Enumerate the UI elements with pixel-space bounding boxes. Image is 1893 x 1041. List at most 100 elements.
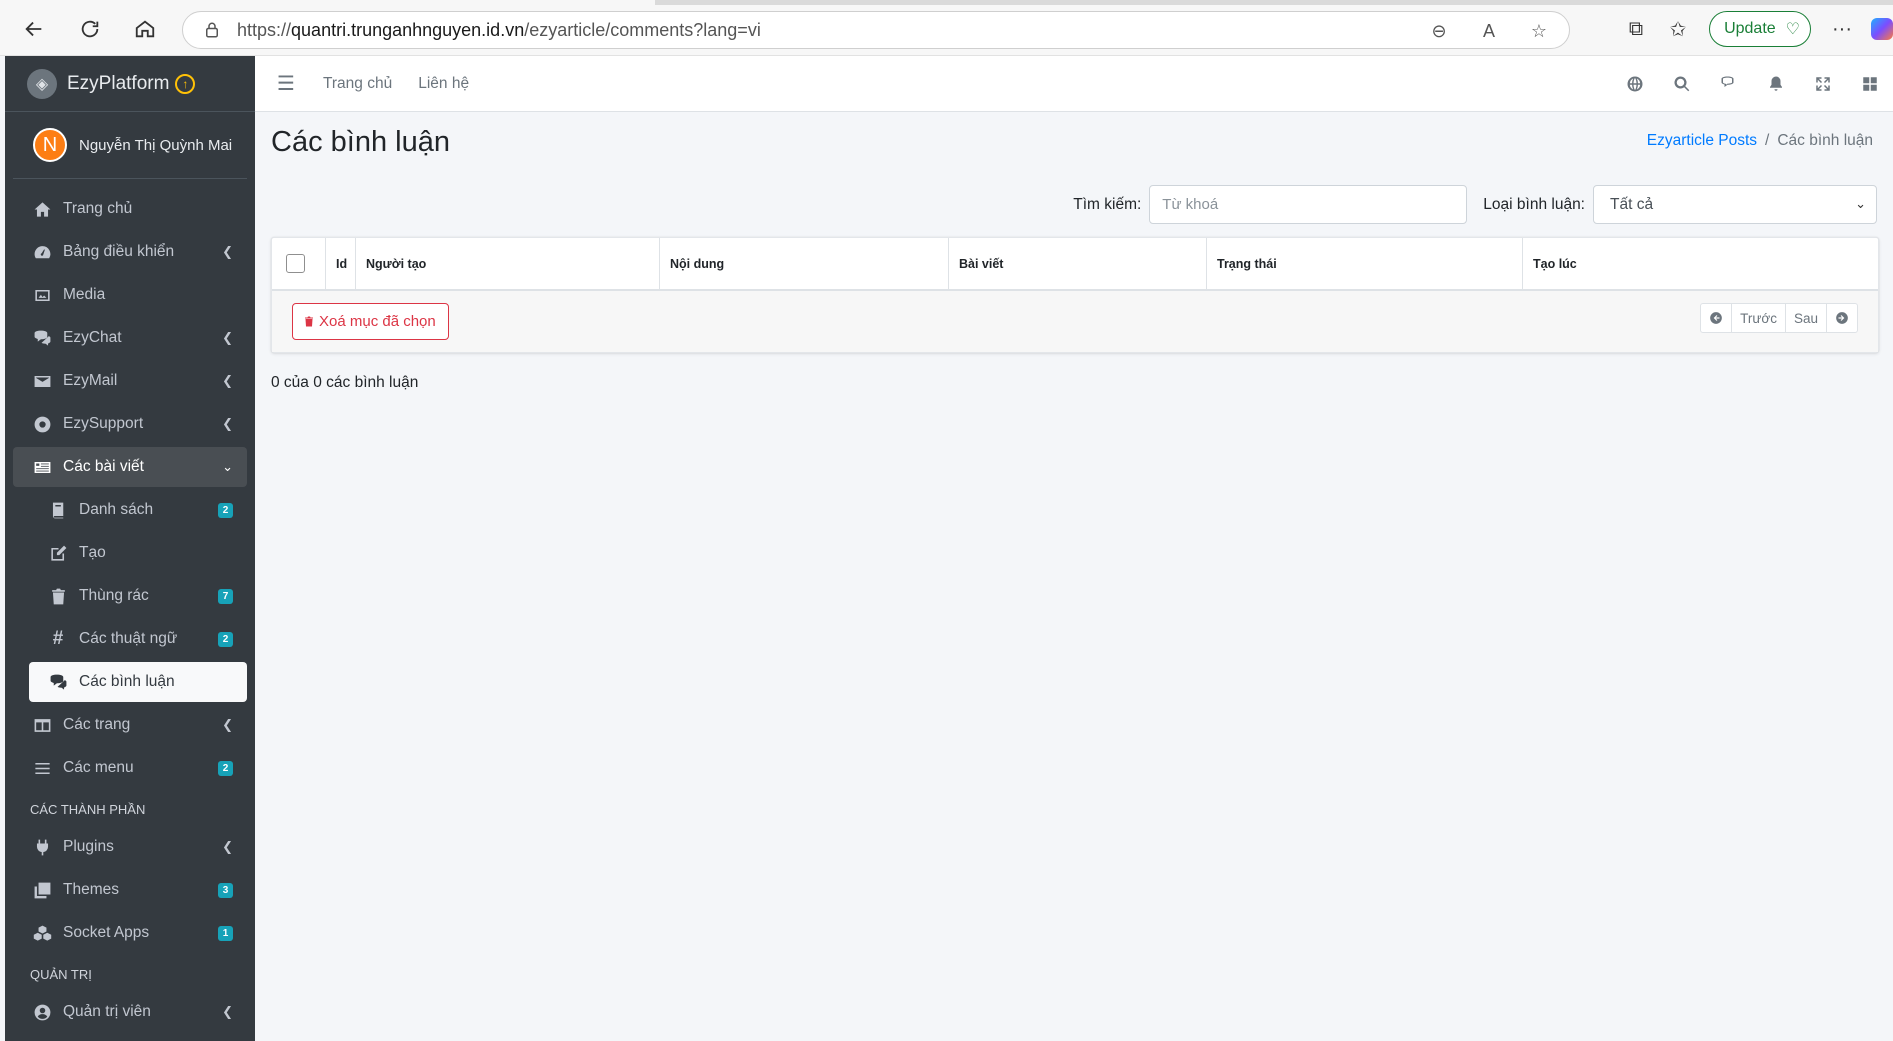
- sidebar-item-terms[interactable]: # Các thuật ngữ 2: [13, 619, 247, 659]
- image-icon: [31, 285, 53, 305]
- chevron-left-icon: ❮: [222, 839, 233, 854]
- url-text: https://quantri.trunganhnguyen.id.vn/ezy…: [237, 19, 761, 40]
- select-all-checkbox[interactable]: [286, 254, 305, 273]
- sidebar-item-home[interactable]: Trang chủ: [13, 189, 247, 229]
- main-content: Các bình luận Ezyarticle Posts / Các bình …: [255, 112, 1893, 1041]
- read-aloud-icon[interactable]: A: [1477, 19, 1501, 43]
- count-badge: 2: [218, 631, 233, 647]
- next-button[interactable]: Sau: [1786, 304, 1827, 332]
- sidebar-item-trash[interactable]: Thùng rác 7: [13, 576, 247, 616]
- sidebar-item-menus[interactable]: Các menu 2: [13, 748, 247, 788]
- sidebar-item-pages[interactable]: Các trang ❮: [13, 705, 247, 745]
- tab-strip: [0, 0, 1893, 5]
- comment-type-select[interactable]: Tất cả ⌄: [1593, 185, 1877, 224]
- brand-logo-icon: ◈: [27, 68, 57, 99]
- address-bar[interactable]: https://quantri.trunganhnguyen.id.vn/ezy…: [182, 11, 1570, 49]
- breadcrumb-current: Các bình luận: [1777, 132, 1873, 149]
- favorite-star-icon[interactable]: ☆: [1527, 19, 1551, 43]
- column-header-status[interactable]: Trạng thái: [1207, 238, 1523, 289]
- sidebar-item-ezymail[interactable]: EzyMail ❮: [13, 361, 247, 401]
- update-button[interactable]: Update ♡: [1709, 11, 1811, 47]
- sidebar-item-articles[interactable]: Các bài viết ⌄: [13, 447, 247, 487]
- breadcrumb-link-posts[interactable]: Ezyarticle Posts: [1647, 132, 1757, 149]
- sidebar-item-ezychat[interactable]: EzyChat ❮: [13, 318, 247, 358]
- back-icon[interactable]: [19, 14, 49, 44]
- delete-selected-button[interactable]: Xoá mục đã chọn: [292, 303, 449, 340]
- chevron-down-icon: ⌄: [1855, 196, 1866, 211]
- sidebar-item-media[interactable]: Media: [13, 275, 247, 315]
- user-panel[interactable]: N Nguyễn Thị Quỳnh Mai: [13, 112, 247, 179]
- count-badge: 7: [218, 588, 233, 604]
- column-header-id[interactable]: Id: [326, 238, 356, 289]
- favorites-icon[interactable]: ✩: [1657, 17, 1699, 42]
- trash-icon: [305, 316, 313, 327]
- chevron-left-icon: ❮: [222, 717, 233, 732]
- upgrade-icon[interactable]: ↑: [175, 73, 196, 94]
- search-input[interactable]: [1149, 185, 1468, 224]
- chat-icon: [31, 328, 53, 348]
- chevron-left-icon: ❮: [222, 1004, 233, 1019]
- sidebar-item-admins[interactable]: Quản trị viên ❮: [13, 992, 247, 1032]
- home-browser-icon[interactable]: [130, 14, 160, 44]
- sidebar-item-dashboard[interactable]: Bảng điều khiển ❮: [13, 232, 247, 272]
- chevron-left-icon: ❮: [222, 373, 233, 388]
- nav-link-home[interactable]: Trang chủ: [323, 75, 392, 93]
- brand[interactable]: ◈ EzyPlatform ↑: [5, 56, 255, 112]
- sidebar-item-socket-apps[interactable]: Socket Apps 1: [13, 913, 247, 953]
- chevron-down-icon: ⌄: [222, 459, 233, 474]
- mail-icon: [31, 371, 53, 391]
- bell-icon[interactable]: [1752, 75, 1799, 93]
- zoom-out-icon[interactable]: ⊖: [1427, 19, 1451, 43]
- count-badge: 2: [218, 502, 233, 518]
- select-all-cell: [272, 238, 326, 289]
- breadcrumb: Ezyarticle Posts / Các bình luận: [1646, 132, 1873, 149]
- count-badge: 1: [218, 925, 233, 941]
- table-header: Id Người tạo Nội dung Bài viết Trạng thá…: [272, 238, 1878, 291]
- fullscreen-icon[interactable]: [1799, 75, 1846, 93]
- sidebar: ◈ EzyPlatform ↑ N Nguyễn Thị Quỳnh Mai T…: [5, 56, 255, 1041]
- next-arrow-icon[interactable]: [1827, 304, 1857, 332]
- dashboard-icon: [31, 242, 53, 262]
- pagination: Trước Sau: [1700, 303, 1858, 333]
- bars-icon: [31, 758, 53, 778]
- globe-icon[interactable]: [1611, 75, 1658, 93]
- column-header-article[interactable]: Bài viết: [949, 238, 1207, 289]
- sidebar-item-ezysupport[interactable]: EzySupport ❮: [13, 404, 247, 444]
- copilot-icon[interactable]: [1871, 18, 1893, 40]
- column-header-creator[interactable]: Người tạo: [356, 238, 660, 289]
- lifering-icon: [31, 414, 53, 434]
- article-icon: [31, 457, 53, 477]
- column-header-created-at[interactable]: Tạo lúc: [1523, 238, 1878, 289]
- nav-link-contact[interactable]: Liên hệ: [418, 75, 469, 93]
- lock-icon: [206, 22, 218, 38]
- sidebar-item-create[interactable]: Tạo: [13, 533, 247, 573]
- prev-button[interactable]: Trước: [1732, 304, 1786, 332]
- browser-toolbar: https://quantri.trunganhnguyen.id.vn/ezy…: [0, 0, 1893, 56]
- sidebar-item-article-list[interactable]: Danh sách 2: [13, 490, 247, 530]
- brand-name: EzyPlatform: [67, 72, 170, 94]
- grid-apps-icon[interactable]: [1846, 75, 1893, 93]
- section-header-admin: QUẢN TRỊ: [30, 966, 92, 982]
- sidebar-item-themes[interactable]: Themes 3: [13, 870, 247, 910]
- more-menu-icon[interactable]: ···: [1821, 18, 1863, 41]
- top-navbar: ☰ Trang chủ Liên hệ: [255, 56, 1893, 112]
- search-icon[interactable]: [1658, 75, 1705, 93]
- extensions-icon[interactable]: ⧉: [1615, 18, 1657, 41]
- edit-icon: [47, 543, 69, 563]
- user-circle-icon: [31, 1002, 53, 1022]
- heart-icon: ♡: [1785, 21, 1800, 38]
- refresh-icon[interactable]: [75, 14, 105, 44]
- column-header-content[interactable]: Nội dung: [660, 238, 949, 289]
- prev-arrow-icon[interactable]: [1701, 304, 1733, 332]
- comments-table-card: Id Người tạo Nội dung Bài viết Trạng thá…: [271, 237, 1879, 353]
- messages-icon[interactable]: [1705, 75, 1752, 93]
- hamburger-menu-icon[interactable]: ☰: [277, 71, 297, 96]
- table-footer: Xoá mục đã chọn Trước Sau: [272, 291, 1878, 352]
- sidebar-item-comments[interactable]: Các bình luận: [29, 662, 247, 702]
- chevron-left-icon: ❮: [222, 330, 233, 345]
- chevron-left-icon: ❮: [222, 416, 233, 431]
- section-header-components: CÁC THÀNH PHẦN: [30, 801, 146, 817]
- sidebar-item-plugins[interactable]: Plugins ❮: [13, 827, 247, 867]
- home-icon: [31, 199, 53, 219]
- hashtag-icon: #: [52, 628, 64, 649]
